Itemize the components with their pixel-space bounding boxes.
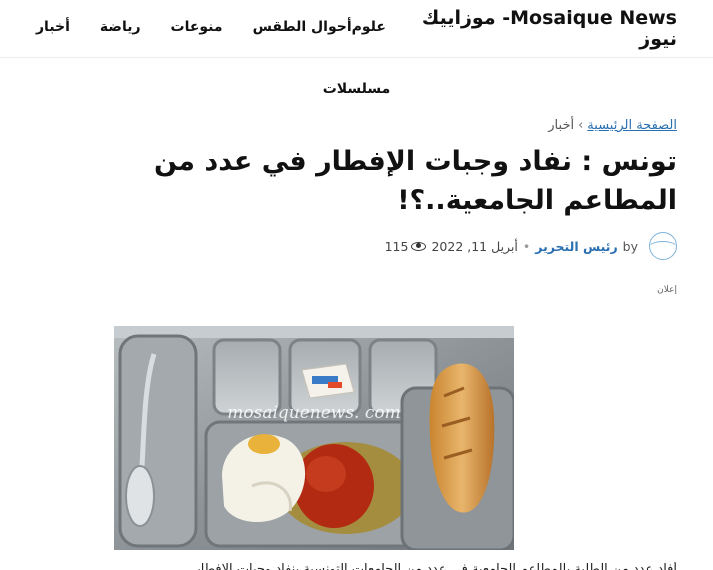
- nav-item-misc[interactable]: منوعات: [171, 19, 223, 35]
- publish-date: أبريل 11, 2022: [431, 238, 518, 254]
- nav-item-sports[interactable]: رياضة: [100, 19, 141, 35]
- site-title[interactable]: Mosaique News- موزاييك نيوز: [417, 8, 677, 50]
- author-avatar[interactable]: [649, 232, 677, 260]
- nav-item-news[interactable]: أخبار: [36, 19, 70, 35]
- eye-icon: [411, 241, 427, 251]
- ad-label: إعلان: [657, 285, 677, 295]
- author-link[interactable]: رئيس التحرير: [535, 239, 617, 254]
- breadcrumb-home[interactable]: الصفحة الرئيسية: [587, 118, 677, 133]
- nav-item-science[interactable]: علوم: [352, 19, 386, 35]
- breadcrumb-section[interactable]: أخبار: [548, 118, 574, 133]
- main-nav: أخبار رياضة منوعات أحوال الطقس علوم: [6, 19, 386, 35]
- site-header: Mosaique News- موزاييك نيوز أخبار رياضة …: [0, 0, 713, 58]
- view-count-value: 115: [384, 238, 409, 254]
- photo-watermark: mosaiquenews. com: [227, 403, 401, 423]
- meta-separator: •: [522, 238, 531, 254]
- article-meta: by رئيس التحرير • أبريل 11, 2022 115: [385, 232, 677, 260]
- view-count: 115: [385, 239, 427, 254]
- article-photo: mosaiquenews. com: [114, 326, 514, 550]
- by-label: by: [622, 238, 638, 254]
- sub-nav: مسلسلات: [0, 78, 713, 97]
- article-title: تونس : نفاد وجبات الإفطار في عدد من المط…: [154, 146, 677, 216]
- breadcrumb: الصفحة الرئيسية › أخبار: [548, 118, 677, 133]
- nav-item-series[interactable]: مسلسلات: [323, 81, 391, 97]
- breadcrumb-separator: ›: [578, 118, 584, 133]
- article-body-start: أفاد عدد من الطلبة بالمطاعم الجامعية في …: [194, 562, 677, 570]
- nav-item-weather[interactable]: أحوال الطقس: [253, 19, 352, 35]
